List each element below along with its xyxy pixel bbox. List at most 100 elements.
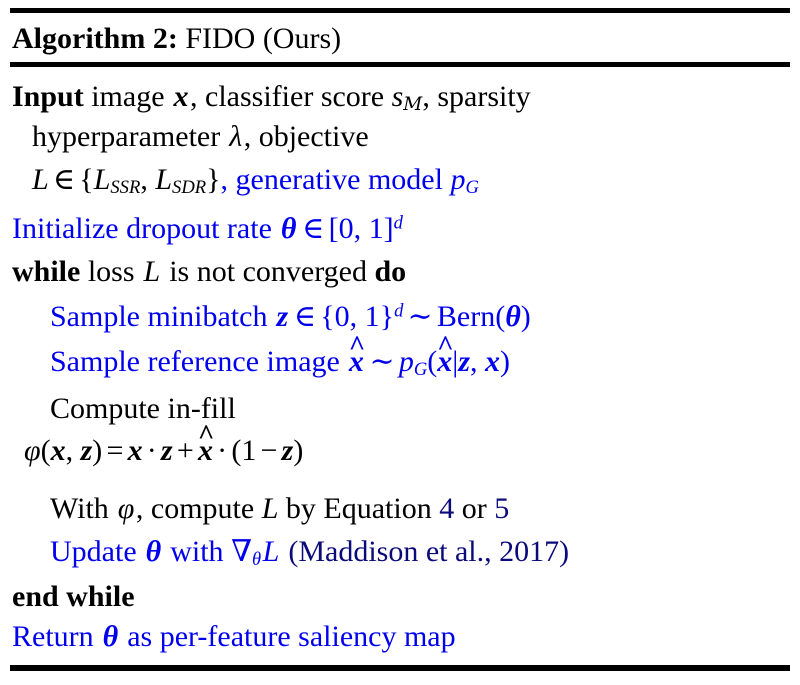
equation-ref-4[interactable]: 4: [439, 492, 454, 525]
saliency-map-text: as per-feature saliency map: [127, 620, 456, 653]
var-theta-arg: θ: [505, 300, 521, 333]
with-text: With: [50, 492, 109, 525]
brace-open: {: [79, 163, 94, 196]
input-text-2: , classifier score: [190, 80, 385, 113]
constant-one: 1: [241, 434, 257, 467]
paren-close-4: ): [293, 434, 304, 467]
var-p: p: [450, 163, 466, 196]
nabla-symbol: ∇: [231, 535, 253, 568]
var-x-hat: ^ x: [347, 331, 366, 381]
eq-var-z: z: [160, 434, 173, 467]
var-lambda: λ: [229, 120, 243, 153]
hat-accent: ^: [348, 331, 366, 363]
var-z: z: [276, 300, 289, 333]
var-x: x: [173, 80, 189, 113]
comma-1: ,: [140, 163, 148, 196]
input-text-3: , sparsity: [422, 80, 531, 113]
equation-ref-5[interactable]: 5: [494, 492, 509, 525]
sample-minibatch-text: Sample minibatch: [50, 300, 268, 333]
line-infill-equation: φ(x, z) = x · z + ^ x · (1− z): [24, 420, 304, 470]
paren-open-3: (: [40, 434, 51, 467]
phi-symbol-2: φ: [117, 492, 135, 525]
paren-open: (: [495, 300, 506, 333]
dot-operator-1: ·: [146, 434, 157, 467]
paren-close: ): [520, 300, 531, 333]
line-update: Update θ with ∇θL (Maddison et al., 2017…: [50, 533, 569, 571]
plus-sign: +: [176, 434, 194, 467]
or-text: or: [461, 492, 487, 525]
superscript-d: d: [393, 212, 403, 234]
element-of-symbol: ∈: [52, 163, 76, 196]
objective-text: , objective: [243, 120, 369, 153]
subscript-g: G: [465, 177, 479, 199]
citation-maddison[interactable]: (Maddison et al., 2017): [288, 535, 569, 568]
paren-open-2: (: [427, 345, 438, 378]
var-p-g: p: [398, 345, 414, 378]
var-L-objective: L: [261, 492, 279, 525]
var-theta: θ: [280, 212, 297, 245]
var-theta-update: θ: [145, 535, 162, 568]
rule-bottom: [10, 665, 790, 671]
subscript-sdr: SDR: [172, 177, 207, 199]
paren-close-3: ): [92, 434, 103, 467]
line-sample-minibatch: Sample minibatch z ∈ {0, 1}d ∼ Bern(θ): [50, 298, 531, 336]
algorithm-label: Algorithm 2:: [12, 22, 178, 55]
line-input-2: hyperparameter λ, objective: [32, 118, 369, 156]
unit-interval: [0, 1]: [328, 212, 394, 245]
sample-reference-text: Sample reference image: [50, 345, 340, 378]
generative-model-text: , generative model: [220, 163, 443, 196]
var-L-loss: L: [143, 255, 161, 288]
by-equation-text: by Equation: [285, 492, 432, 525]
input-keyword: Input: [12, 80, 84, 113]
line-compute-loss: With φ, compute L by Equation 4 or 5: [50, 490, 509, 528]
comma-3: ,: [65, 434, 74, 467]
superscript-d-2: d: [394, 300, 404, 322]
arg-x: x: [485, 345, 500, 378]
dot-operator-2: ·: [217, 434, 228, 467]
line-while: while loss L is not converged do: [12, 253, 406, 291]
brace-close: }: [206, 163, 221, 196]
algorithm-name: FIDO (Ours): [185, 22, 342, 55]
update-text: Update: [50, 535, 137, 568]
var-theta-return: θ: [102, 620, 119, 653]
hyperparameter-text: hyperparameter: [32, 120, 221, 153]
algorithm-title: Algorithm 2: FIDO (Ours): [12, 18, 341, 60]
eq-arg-z: z: [80, 434, 93, 467]
distributed-as-symbol: ∼: [407, 300, 433, 333]
do-keyword: do: [374, 255, 407, 288]
comma-2: ,: [470, 345, 478, 378]
hat-accent-3: ^: [197, 420, 215, 452]
minus-sign: −: [260, 434, 278, 467]
with-text-2: with: [170, 535, 224, 568]
while-text-2: is not converged: [169, 255, 367, 288]
line-return: Return θ as per-feature saliency map: [12, 618, 456, 656]
element-of-symbol-2: ∈: [302, 212, 325, 245]
return-text: Return: [12, 620, 94, 653]
element-of-symbol-3: ∈: [293, 300, 317, 333]
algorithm-figure: Algorithm 2: FIDO (Ours) Input image x, …: [0, 0, 800, 685]
eq-var-z-2: z: [281, 434, 294, 467]
var-s: s: [391, 80, 404, 113]
paren-close-2: ): [500, 345, 510, 378]
subscript-g-2: G: [413, 359, 428, 381]
while-text-1: loss: [87, 255, 135, 288]
line-input-3: L ∈ {LSSR, LSDR}, generative model pG: [32, 161, 479, 199]
rule-under-title: [10, 62, 790, 67]
paren-open-4: (: [231, 434, 242, 467]
compute-text: , compute: [135, 492, 255, 525]
line-sample-reference: Sample reference image ^ x ∼ pG(^ x|z, x): [50, 331, 510, 381]
initialize-text: Initialize dropout rate: [12, 212, 272, 245]
end-while-keyword: end while: [12, 580, 135, 613]
var-L-gradient: L: [262, 535, 280, 568]
line-initialize: Initialize dropout rate θ ∈ [0, 1]d: [12, 210, 403, 248]
subscript-theta: θ: [252, 549, 262, 571]
var-L-ssr: L: [93, 163, 111, 196]
arg-z: z: [458, 345, 470, 378]
subscript-script-m: M: [403, 94, 423, 116]
equals-sign: =: [106, 434, 124, 467]
while-keyword: while: [12, 255, 81, 288]
rule-top: [10, 8, 790, 13]
input-text-1: image: [91, 80, 165, 113]
eq-arg-x: x: [50, 434, 66, 467]
eq-var-x: x: [127, 434, 143, 467]
